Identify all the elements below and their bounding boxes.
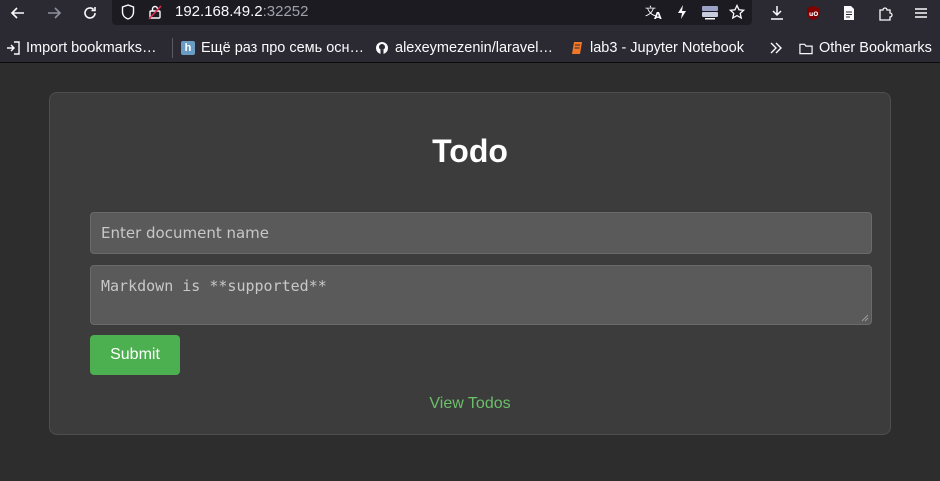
network-drive-icon[interactable] (699, 2, 721, 22)
download-icon[interactable] (766, 3, 788, 23)
bookmark-jupyter[interactable]: lab3 - Jupyter Notebook (570, 36, 744, 60)
translate-icon[interactable]: 文A (643, 2, 665, 22)
submit-button[interactable]: Submit (90, 335, 180, 375)
resize-handle-icon[interactable] (861, 314, 869, 322)
svg-text:A: A (654, 11, 662, 20)
bookmark-label: Ещё раз про семь осн… (201, 40, 365, 56)
github-icon (375, 41, 389, 55)
menu-icon[interactable] (910, 3, 932, 23)
bookmark-github[interactable]: alexeymezenin/laravel… (375, 36, 553, 60)
page-title: Todo (432, 133, 508, 169)
lightning-icon[interactable] (671, 2, 693, 22)
bookmark-star-icon[interactable] (726, 2, 748, 22)
bookmark-import[interactable]: Import bookmarks… (6, 36, 157, 60)
forward-arrow-icon[interactable] (43, 3, 65, 23)
insecure-lock-icon[interactable] (144, 2, 166, 22)
more-bookmarks-chevron-icon[interactable] (769, 36, 783, 60)
todo-card: Todo Enter document name Markdown is **s… (49, 92, 891, 435)
url-text[interactable]: 192.168.49.2:32252 (175, 3, 308, 20)
document-name-input[interactable]: Enter document name (90, 212, 872, 254)
markdown-textarea[interactable]: Markdown is **supported** (90, 265, 872, 325)
url-host: 192.168.49.2 (175, 3, 263, 20)
habr-icon: h (181, 41, 195, 55)
bookmark-label: Import bookmarks… (26, 40, 157, 56)
markdown-placeholder: Markdown is **supported** (101, 277, 327, 295)
url-bar[interactable]: 192.168.49.2:32252 文A (112, 0, 752, 25)
bookmark-habr[interactable]: h Ещё раз про семь осн… (181, 36, 364, 60)
import-icon (6, 41, 20, 55)
page-content: Todo Enter document name Markdown is **s… (0, 63, 940, 481)
back-arrow-icon[interactable] (7, 3, 29, 23)
other-bookmarks-label: Other Bookmarks (819, 40, 932, 56)
ublock-origin-icon[interactable]: uO (802, 3, 824, 23)
browser-toolbar: 192.168.49.2:32252 文A uO (0, 0, 940, 25)
extensions-icon[interactable] (874, 3, 896, 23)
bookmark-label: alexeymezenin/laravel… (395, 40, 553, 56)
svg-text:uO: uO (809, 11, 818, 18)
reload-icon[interactable] (79, 3, 101, 23)
other-bookmarks[interactable]: Other Bookmarks (799, 36, 932, 60)
reader-view-icon[interactable] (838, 3, 860, 23)
bookmark-separator (172, 38, 173, 58)
bookmarks-bar: Import bookmarks… h Ещё раз про семь осн… (0, 36, 940, 60)
bookmark-label: lab3 - Jupyter Notebook (590, 40, 744, 56)
view-todos-link[interactable]: View Todos (50, 395, 890, 413)
folder-icon (799, 41, 813, 55)
url-port: :32252 (262, 3, 309, 20)
notebook-icon (570, 41, 584, 55)
shield-icon[interactable] (117, 2, 139, 22)
